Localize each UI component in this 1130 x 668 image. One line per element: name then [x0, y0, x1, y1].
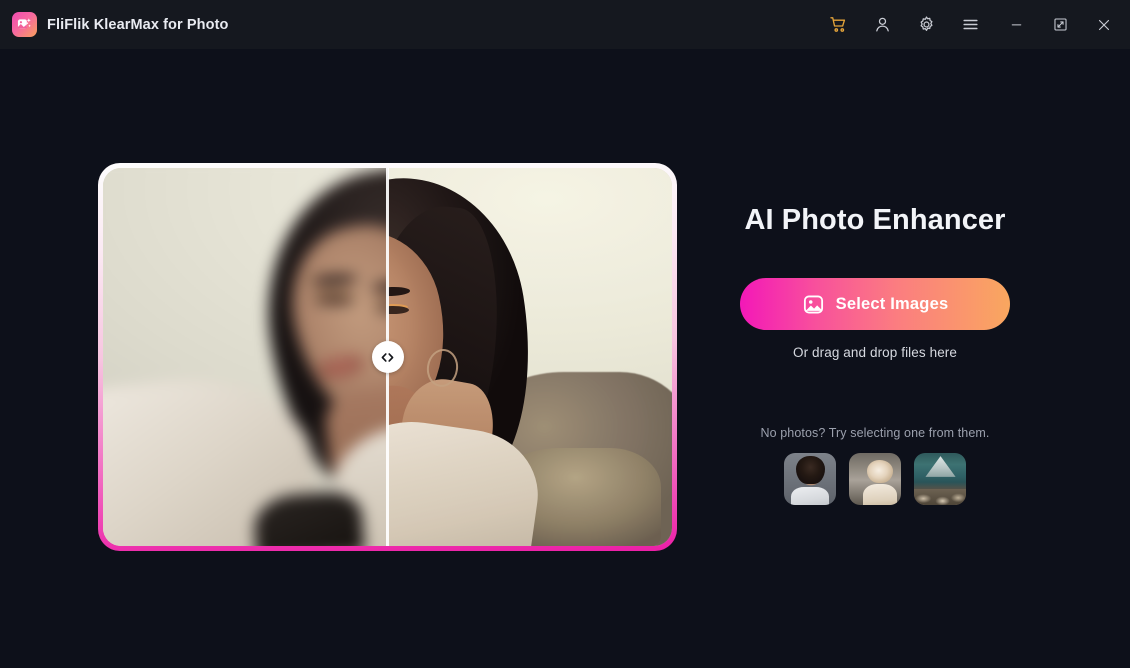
- close-icon[interactable]: [1089, 10, 1119, 40]
- samples-hint: No photos? Try selecting one from them.: [760, 426, 990, 440]
- before-after-preview[interactable]: [98, 163, 677, 551]
- hamburger-menu-icon[interactable]: [955, 10, 985, 40]
- page-title: AI Photo Enhancer: [744, 204, 1006, 236]
- app-window: FliFlik KlearMax for Photo AI Photo Enha…: [0, 0, 1130, 668]
- sample-thumbnail-cat[interactable]: [849, 453, 901, 505]
- gear-icon[interactable]: [911, 10, 941, 40]
- action-panel: AI Photo Enhancer Select Images Or drag …: [620, 49, 1130, 668]
- title-bar: FliFlik KlearMax for Photo: [0, 0, 1130, 49]
- sample-thumbnail-landscape[interactable]: [914, 453, 966, 505]
- drag-drop-hint: Or drag and drop files here: [792, 345, 958, 360]
- image-icon: [802, 293, 825, 316]
- maximize-icon[interactable]: [1045, 10, 1075, 40]
- main-content: AI Photo Enhancer Select Images Or drag …: [0, 49, 1130, 668]
- before-image: [103, 168, 388, 546]
- user-account-icon[interactable]: [867, 10, 897, 40]
- select-images-button[interactable]: Select Images: [740, 278, 1010, 330]
- comparison-slider-handle[interactable]: [371, 341, 404, 373]
- minimize-icon[interactable]: [1001, 10, 1031, 40]
- sample-thumbnail-portrait[interactable]: [784, 453, 836, 505]
- sample-thumbnails: [784, 453, 966, 505]
- comparison-viewport: [103, 168, 672, 546]
- window-title: FliFlik KlearMax for Photo: [47, 16, 229, 33]
- select-images-label: Select Images: [835, 294, 949, 313]
- cart-icon[interactable]: [823, 10, 853, 40]
- app-logo-icon: [12, 12, 37, 37]
